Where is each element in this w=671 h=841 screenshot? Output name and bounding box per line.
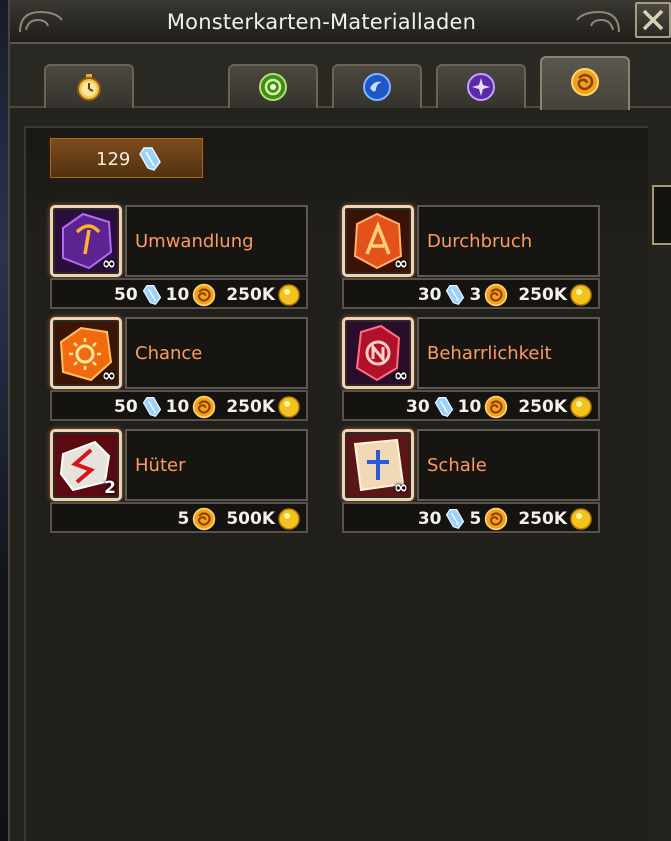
cost-gold-value: 250K	[226, 397, 275, 417]
item-quantity: ∞	[393, 366, 408, 386]
cost-gold-value: 250K	[518, 397, 567, 417]
item-name-box: Chance	[125, 317, 308, 389]
tab-blue-orb[interactable]	[332, 64, 422, 108]
crystal-icon	[139, 147, 161, 171]
item-cost-bar: 30 5 250K	[342, 502, 600, 533]
cost-gold-value: 250K	[518, 285, 567, 305]
item-name-box: Beharrlichkeit	[417, 317, 600, 389]
crystal-icon	[446, 509, 465, 530]
cost-crystal-value: 30	[405, 397, 430, 417]
gold-coin-icon	[278, 508, 300, 530]
cost-gold-value: 250K	[518, 509, 567, 529]
item-cost-bar: 30 3 250K	[342, 278, 600, 309]
purple-orb-icon	[467, 73, 495, 101]
cost-token-value: 5	[469, 509, 482, 529]
gold-token-icon	[193, 507, 216, 531]
item-cost-bar: 30 10 250K	[342, 390, 600, 421]
crystal-icon	[434, 397, 453, 418]
shop-item-schale[interactable]: ∞ Schale 30 5 250K	[342, 429, 600, 569]
side-scroll-handle[interactable]	[652, 185, 671, 245]
cost-token-value: 10	[165, 397, 190, 417]
tab-bar	[10, 44, 671, 110]
item-cost-bar: 50 10 250K	[50, 390, 308, 421]
tab-gold-token[interactable]	[540, 56, 630, 110]
gold-coin-icon	[278, 396, 300, 418]
item-name: Beharrlichkeit	[427, 343, 552, 364]
gold-token-icon	[193, 283, 216, 307]
item-icon-frame[interactable]: 2	[50, 429, 122, 501]
green-orb-icon	[259, 73, 287, 101]
item-name-box: Schale	[417, 429, 600, 501]
gold-coin-icon	[570, 284, 592, 306]
item-name: Hüter	[135, 455, 186, 476]
item-icon-frame[interactable]: ∞	[50, 205, 122, 277]
item-quantity: ∞	[393, 254, 408, 274]
gold-token-icon	[485, 507, 508, 531]
gold-coin-icon	[570, 508, 592, 530]
item-icon-frame[interactable]: ∞	[342, 205, 414, 277]
gold-token-icon	[485, 283, 508, 307]
cost-token-value: 5	[177, 509, 190, 529]
item-quantity: ∞	[393, 478, 408, 498]
item-quantity: 2	[104, 478, 116, 498]
crystal-balance: 129	[48, 136, 205, 180]
cost-crystal-value: 50	[113, 397, 138, 417]
item-name: Umwandlung	[135, 231, 254, 252]
gold-token-icon	[485, 395, 508, 419]
item-icon-frame[interactable]: ∞	[342, 429, 414, 501]
title-bar[interactable]: Monsterkarten-Materialladen	[10, 0, 671, 44]
item-name: Chance	[135, 343, 203, 364]
shop-item-hueter[interactable]: 2 Hüter 5 500K	[50, 429, 308, 569]
ornament-scroll-icon	[576, 10, 620, 33]
item-name-box: Umwandlung	[125, 205, 308, 277]
item-quantity: ∞	[101, 366, 116, 386]
gold-token-icon	[193, 395, 216, 419]
item-name: Durchbruch	[427, 231, 533, 252]
cost-token-value: 10	[165, 285, 190, 305]
blue-orb-icon	[363, 73, 391, 101]
gold-coin-icon	[278, 284, 300, 306]
cost-token-value: 3	[469, 285, 482, 305]
cost-crystal-value: 30	[417, 509, 442, 529]
cost-crystal-value: 30	[417, 285, 442, 305]
cost-crystal-value: 50	[113, 285, 138, 305]
crystal-icon	[142, 285, 161, 306]
gold-token-icon	[571, 68, 599, 96]
crystal-icon	[446, 285, 465, 306]
item-cost-bar: 50 10 250K	[50, 278, 308, 309]
item-cost-bar: 5 500K	[50, 502, 308, 533]
item-icon-frame[interactable]: ∞	[50, 317, 122, 389]
cost-token-value: 10	[457, 397, 482, 417]
tab-green-orb[interactable]	[228, 64, 318, 108]
crystal-balance-amount: 129	[96, 149, 131, 170]
cost-gold-value: 250K	[226, 285, 275, 305]
item-name-box: Hüter	[125, 429, 308, 501]
window-title: Monsterkarten-Materialladen	[166, 10, 477, 34]
gold-coin-icon	[570, 396, 592, 418]
cost-gold-value: 500K	[226, 509, 275, 529]
item-name-box: Durchbruch	[417, 205, 600, 277]
item-name: Schale	[427, 455, 487, 476]
close-icon	[642, 9, 664, 31]
item-icon-frame[interactable]: ∞	[342, 317, 414, 389]
close-button[interactable]	[635, 2, 671, 38]
item-quantity: ∞	[101, 254, 116, 274]
tab-purple-orb[interactable]	[436, 64, 526, 108]
stopwatch-icon	[77, 74, 101, 101]
crystal-icon	[142, 397, 161, 418]
tab-stopwatch[interactable]	[44, 64, 134, 108]
